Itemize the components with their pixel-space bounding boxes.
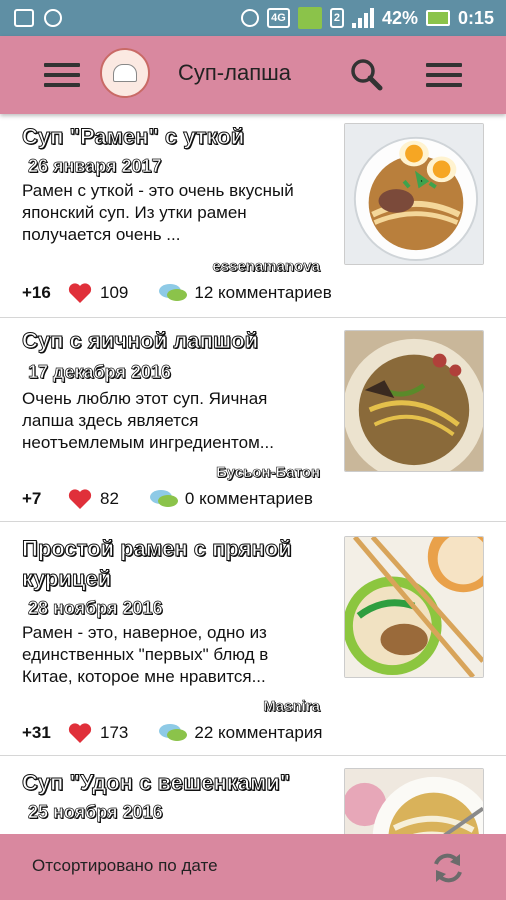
heart-icon[interactable] bbox=[68, 488, 92, 510]
recipe-title[interactable]: Простой рамен с пряной курицей bbox=[22, 534, 332, 594]
comments-icon[interactable] bbox=[158, 282, 188, 304]
signal-icon bbox=[351, 8, 374, 28]
comments-count[interactable]: 12 комментариев bbox=[194, 283, 331, 303]
recipe-title[interactable]: Суп "Рамен" с уткой bbox=[22, 122, 332, 152]
page-title: Суп-лапша bbox=[178, 60, 291, 85]
comments-count[interactable]: 0 комментариев bbox=[185, 489, 313, 509]
recipe-date: 28 ноября 2016 bbox=[28, 598, 163, 619]
recipe-date: 26 января 2017 bbox=[28, 156, 162, 177]
heart-icon[interactable] bbox=[68, 282, 92, 304]
data-transfer-icon bbox=[297, 7, 322, 29]
recipe-thumbnail[interactable] bbox=[344, 330, 484, 472]
recipe-score: +7 bbox=[22, 489, 42, 508]
comments-icon[interactable] bbox=[158, 722, 188, 744]
alarm-icon bbox=[241, 9, 260, 27]
recipe-title[interactable]: Суп с яичной лапшой bbox=[22, 326, 332, 356]
recipe-thumbnail[interactable] bbox=[344, 536, 484, 678]
recipe-thumbnail[interactable] bbox=[344, 123, 484, 265]
comments-count[interactable]: 22 комментария bbox=[194, 723, 322, 743]
recipe-date: 17 декабря 2016 bbox=[28, 362, 172, 383]
sim-badge: 2 bbox=[329, 8, 344, 28]
recipe-card[interactable]: Суп "Рамен" с уткой 26 января 2017 Рамен… bbox=[0, 114, 506, 318]
heart-icon[interactable] bbox=[68, 722, 92, 744]
recipe-description: Рамен с уткой - это очень вкусный японск… bbox=[22, 181, 294, 244]
likes-count: 109 bbox=[100, 283, 129, 302]
comments-icon[interactable] bbox=[149, 488, 179, 510]
recipe-author[interactable]: Бусьон-Батон bbox=[216, 464, 320, 482]
menu-icon[interactable] bbox=[42, 55, 82, 95]
recipe-card[interactable]: Суп с яичной лапшой 17 декабря 2016 Очен… bbox=[0, 318, 506, 522]
recipe-description: Рамен - это, наверное, одно из единствен… bbox=[22, 623, 269, 686]
status-bar: 4G 2 42% 0:15 bbox=[0, 0, 506, 36]
app-bar: Суп-лапша bbox=[0, 36, 506, 114]
app-logo bbox=[100, 48, 150, 98]
search-icon[interactable] bbox=[348, 56, 384, 92]
recipe-author[interactable]: essenamanova bbox=[212, 258, 320, 276]
recipe-score: +31 bbox=[22, 723, 51, 742]
recipe-date: 25 ноября 2016 bbox=[28, 802, 163, 823]
refresh-icon[interactable] bbox=[430, 850, 466, 886]
recipe-description: Очень люблю этот суп. Яичная лапша здесь… bbox=[22, 389, 274, 452]
sync-notification-icon bbox=[44, 9, 62, 27]
overflow-menu-icon[interactable] bbox=[424, 55, 464, 95]
gallery-notification-icon bbox=[14, 9, 34, 27]
recipe-stats: +16 109 12 комментариев bbox=[22, 282, 332, 304]
recipe-card[interactable]: Простой рамен с пряной курицей 28 ноября… bbox=[0, 522, 506, 756]
recipe-score: +16 bbox=[22, 283, 51, 302]
battery-icon bbox=[425, 10, 450, 26]
clock: 0:15 bbox=[457, 7, 494, 28]
recipe-author[interactable]: Masnira bbox=[263, 698, 320, 716]
likes-count: 173 bbox=[100, 723, 129, 742]
likes-count: 82 bbox=[100, 489, 119, 508]
sort-label[interactable]: Отсортировано по дате bbox=[32, 856, 218, 876]
recipe-stats: +7 82 0 комментариев bbox=[22, 488, 313, 510]
network-type-badge: 4G bbox=[267, 8, 290, 28]
recipe-stats: +31 173 22 комментария bbox=[22, 722, 323, 744]
battery-percent: 42% bbox=[381, 7, 418, 28]
sort-bar: Отсортировано по дате bbox=[0, 834, 506, 900]
recipe-title[interactable]: Суп "Удон с вешенками" bbox=[22, 768, 332, 798]
recipe-list: Суп "Рамен" с уткой 26 января 2017 Рамен… bbox=[0, 114, 506, 900]
